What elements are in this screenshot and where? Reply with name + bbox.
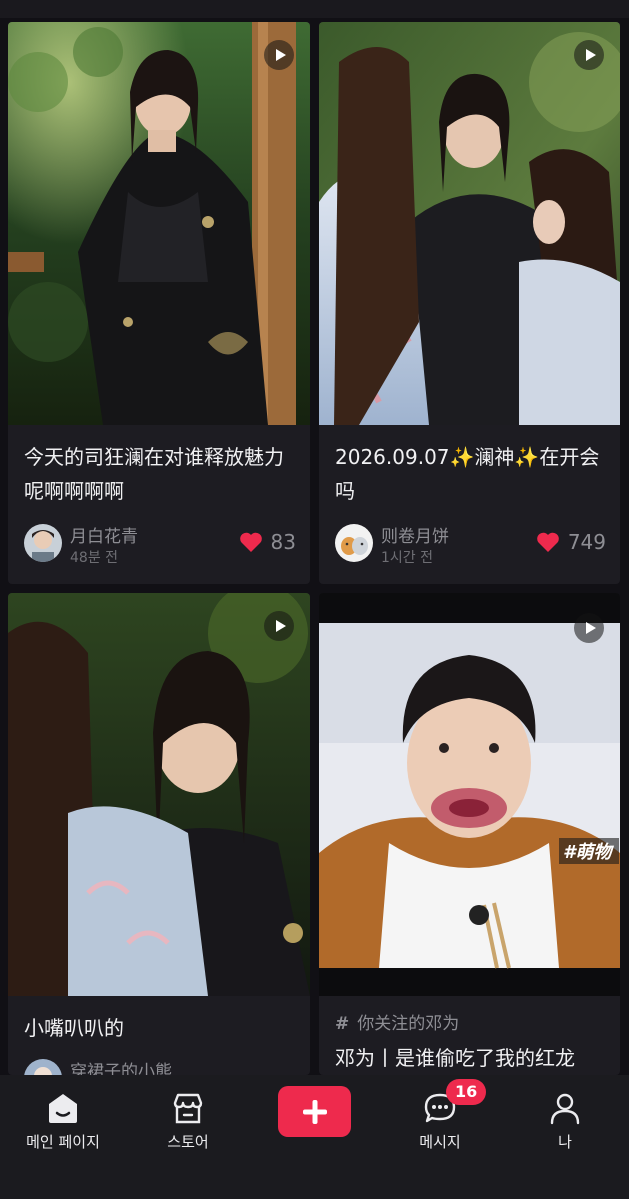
topic-label[interactable]: # 你关注的邓为 (335, 1009, 459, 1034)
author-name[interactable]: 月白花青 (70, 522, 138, 547)
feed-card-2-author-row[interactable]: 则卷月饼 1시간 전 749 (335, 524, 606, 566)
avatar[interactable] (24, 524, 62, 562)
feed-card-3-author-row[interactable]: 穿裙子的小熊 (24, 1059, 296, 1075)
feed-card-1-title[interactable]: 今天的司狂澜在对谁释放魅力呢啊啊啊啊 (24, 440, 296, 508)
like-count: 749 (567, 530, 606, 554)
like-button[interactable]: 749 (536, 530, 606, 554)
author-name[interactable]: 穿裙子的小熊 (70, 1057, 172, 1075)
feed-card-4-thumbnail[interactable]: #萌物 (319, 593, 620, 996)
feed-card-1[interactable]: 今天的司狂澜在对谁释放魅力呢啊啊啊啊 月白花青 48분 전 83 (8, 22, 310, 584)
play-icon (264, 611, 294, 641)
create-post-button[interactable] (278, 1086, 351, 1137)
avatar[interactable] (335, 524, 373, 562)
tab-home[interactable]: 메인 페이지 (8, 1075, 118, 1152)
tab-profile[interactable]: 나 (510, 1075, 620, 1152)
overlay-tag: #萌物 (563, 842, 615, 863)
feed-card-2-thumbnail[interactable] (319, 22, 620, 425)
profile-icon (550, 1093, 580, 1125)
bottom-tab-bar: 메인 페이지 스토어 메시지 16 나 (0, 1075, 629, 1199)
play-icon (574, 613, 604, 643)
plus-icon (302, 1099, 327, 1124)
hashtag-icon: # (335, 1014, 350, 1034)
tab-messages-label: 메시지 (419, 1133, 461, 1151)
author-name[interactable]: 则卷月饼 (381, 522, 449, 547)
avatar[interactable] (24, 1059, 62, 1075)
store-icon (173, 1093, 203, 1124)
play-icon (574, 40, 604, 70)
feed-card-3[interactable]: 小嘴叭叭的 穿裙子的小熊 (8, 593, 310, 1075)
feed-card-1-author-row[interactable]: 月白花青 48분 전 83 (24, 524, 296, 566)
play-icon (264, 40, 294, 70)
tab-profile-label: 나 (558, 1133, 572, 1151)
feed-card-4-title[interactable]: 邓为丨是谁偷吃了我的红龙 (335, 1041, 606, 1075)
heart-icon (537, 532, 559, 552)
tab-store[interactable]: 스토어 (133, 1075, 243, 1152)
feed-card-1-thumbnail[interactable] (8, 22, 310, 425)
like-button[interactable]: 83 (239, 530, 296, 554)
home-icon (49, 1094, 77, 1123)
topic-text: 你关注的邓为 (357, 1014, 460, 1034)
feed-card-2[interactable]: 2026.09.07✨澜神✨在开会吗 则卷月饼 1시간 전 749 (319, 22, 620, 584)
post-time: 48분 전 (70, 550, 119, 566)
status-strip (0, 0, 629, 18)
feed-card-4[interactable]: #萌物 # 你关注的邓为 邓为丨是谁偷吃了我的红龙 (319, 593, 620, 1075)
feed-card-3-title[interactable]: 小嘴叭叭的 (24, 1011, 296, 1045)
unread-badge: 16 (446, 1079, 487, 1105)
tab-home-label: 메인 페이지 (26, 1133, 100, 1151)
feed-card-3-thumbnail[interactable] (8, 593, 310, 996)
tab-store-label: 스토어 (167, 1133, 209, 1151)
feed-card-2-title[interactable]: 2026.09.07✨澜神✨在开会吗 (335, 440, 606, 508)
heart-icon (239, 532, 262, 552)
like-count: 83 (270, 530, 296, 554)
post-time: 1시간 전 (381, 550, 433, 566)
